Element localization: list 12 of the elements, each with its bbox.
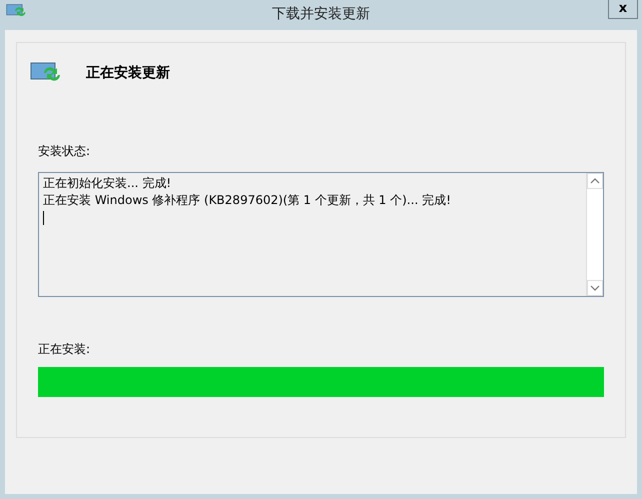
log-line: 正在安装 Windows 修补程序 (KB2897602)(第 1 个更新，共 1 个)... 完成! (43, 192, 452, 209)
scroll-down-icon[interactable] (587, 280, 603, 296)
scrollbar[interactable] (586, 173, 603, 296)
text-cursor (43, 211, 44, 225)
progress-label: 正在安装: (38, 341, 92, 358)
log-line: 正在初始化安装... 完成! (43, 175, 172, 192)
window-title: 下载并安装更新 (272, 5, 370, 23)
close-button[interactable]: x (608, 0, 638, 19)
status-label: 安装状态: (38, 143, 92, 160)
update-icon (6, 3, 28, 19)
heading: 正在安装更新 (86, 64, 170, 82)
scroll-up-icon[interactable] (587, 173, 603, 189)
